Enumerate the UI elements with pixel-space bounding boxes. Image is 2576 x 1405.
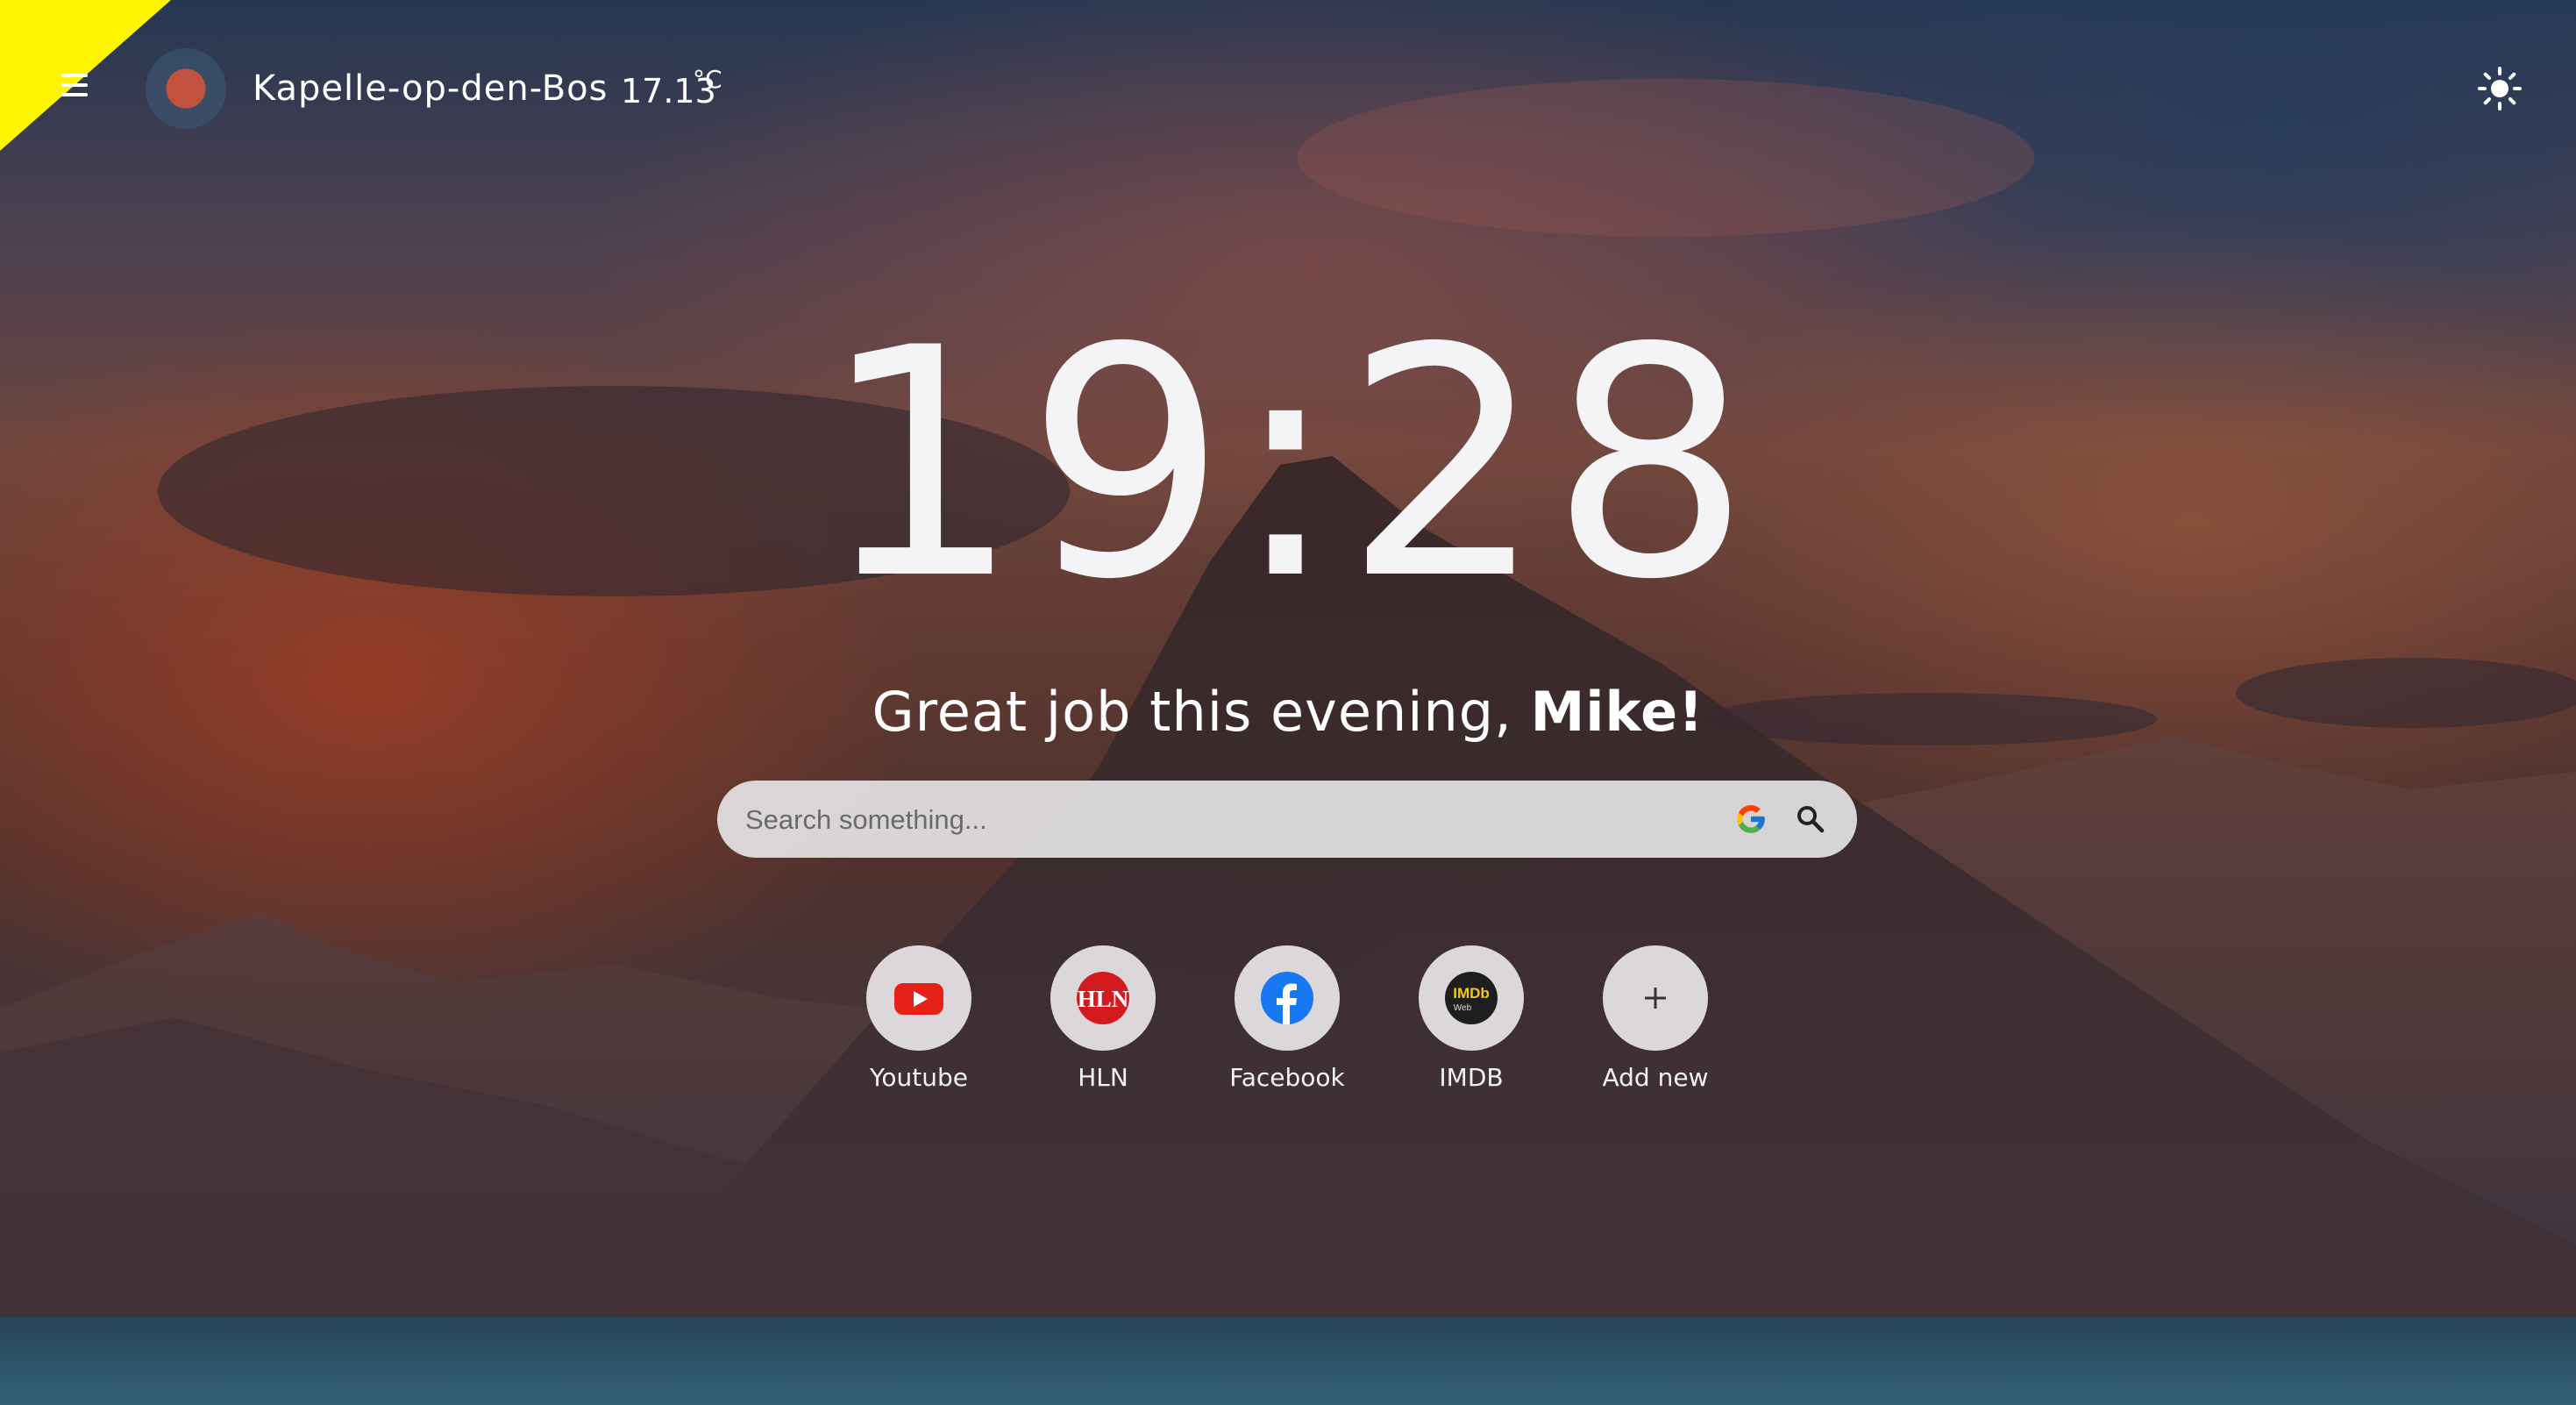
youtube-icon: [894, 983, 943, 1015]
greeting: Great job this evening, Mike!: [0, 680, 2576, 744]
svg-text:IMDb: IMDb: [1453, 985, 1490, 1002]
shortcut-hln[interactable]: HLN HLN: [1028, 945, 1178, 1103]
shortcut-circle[interactable]: IMDb Web: [1419, 945, 1524, 1051]
shortcut-label: Facebook: [1229, 1063, 1345, 1092]
shortcut-circle[interactable]: [866, 945, 971, 1051]
clock: 19:28: [820, 281, 1756, 648]
shortcut-label: Add new: [1602, 1063, 1709, 1092]
search-icon[interactable]: [1794, 802, 1827, 836]
shortcut-circle[interactable]: [1603, 945, 1708, 1051]
shortcut-youtube[interactable]: Youtube: [844, 945, 993, 1103]
svg-text:HLN: HLN: [1078, 986, 1129, 1012]
shortcut-label: Youtube: [870, 1063, 968, 1092]
shortcut-circle[interactable]: HLN: [1050, 945, 1156, 1051]
temperature-unit: °C: [693, 65, 722, 94]
google-icon[interactable]: [1734, 802, 1768, 836]
weather-location: Kapelle-op-den-Bos: [253, 68, 608, 109]
shortcut-facebook[interactable]: Facebook: [1213, 945, 1362, 1103]
search-input[interactable]: [744, 781, 1720, 859]
new-tab-page: Kapelle-op-den-Bos 17.13 °C 19:28 Great …: [0, 0, 2576, 1405]
search-bar[interactable]: [717, 781, 1857, 859]
menu-icon[interactable]: [61, 74, 88, 96]
svg-text:Web: Web: [1454, 1003, 1472, 1013]
shortcuts: Youtube HLN HLN Facebook IMDb Web IMDB A…: [0, 945, 2576, 1103]
shortcut-label: HLN: [1078, 1063, 1128, 1092]
shortcut-circle[interactable]: [1235, 945, 1340, 1051]
shortcut-imdb[interactable]: IMDb Web IMDB: [1397, 945, 1546, 1103]
shortcut-add-new[interactable]: Add new: [1581, 945, 1730, 1103]
greeting-text: Great job this evening,: [872, 680, 1531, 744]
facebook-icon: [1261, 972, 1313, 1024]
sun-icon[interactable]: [2478, 67, 2522, 111]
top-bar: Kapelle-op-den-Bos 17.13 °C: [0, 0, 2576, 175]
imdb-icon: IMDb Web: [1445, 972, 1498, 1024]
greeting-name: Mike!: [1530, 680, 1704, 744]
shortcut-label: IMDB: [1439, 1063, 1504, 1092]
hln-icon: HLN: [1077, 972, 1129, 1024]
plus-icon: [1645, 988, 1666, 1009]
weather-icon: [146, 48, 226, 129]
